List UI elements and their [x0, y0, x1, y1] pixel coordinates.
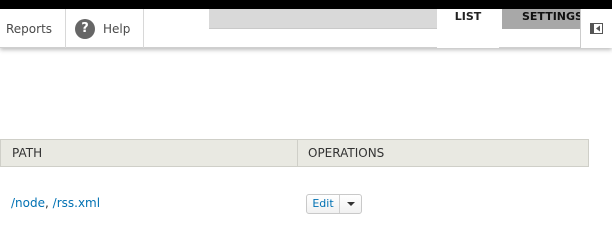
operations-dropdown-toggle[interactable] — [340, 195, 361, 213]
column-header-operations: OPERATIONS — [308, 146, 385, 160]
tab-list[interactable]: LIST — [437, 9, 499, 48]
operations-dropbutton: Edit — [306, 194, 362, 214]
path-separator: , — [45, 196, 49, 210]
table-header: PATH OPERATIONS — [0, 139, 589, 167]
table-row-path-cell: /node, /rss.xml — [11, 196, 100, 210]
tab-settings[interactable]: SETTINGS — [502, 9, 580, 29]
path-link-rss[interactable]: /rss.xml — [53, 196, 100, 210]
toolbar-top-strip — [0, 0, 612, 9]
help-icon: ? — [75, 18, 95, 39]
column-header-path: PATH — [12, 146, 43, 160]
column-divider — [297, 140, 298, 166]
secondary-tab-tray — [209, 9, 437, 29]
edit-button[interactable]: Edit — [307, 195, 340, 213]
help-label: Help — [103, 21, 131, 36]
sidebar-toggle-button[interactable] — [580, 9, 612, 48]
toolbar-help-link[interactable]: ? Help — [66, 9, 144, 48]
sidebar-toggle-icon — [590, 23, 603, 34]
reports-label: Reports — [6, 21, 53, 36]
dropdown-arrow-icon — [346, 201, 355, 206]
admin-toolbar: Reports ? Help LIST SETTINGS — [0, 0, 612, 48]
path-link-node[interactable]: /node — [11, 196, 45, 210]
toolbar-reports-link[interactable]: Reports — [0, 9, 66, 48]
